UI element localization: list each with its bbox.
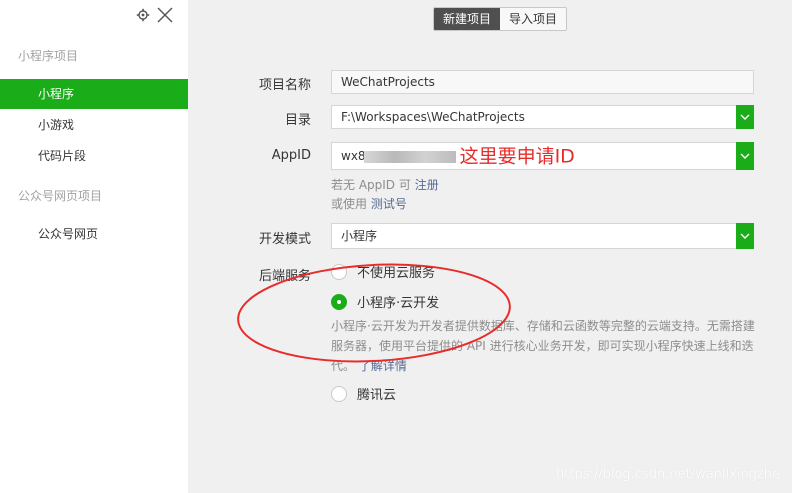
radio-circle-checked[interactable] <box>331 293 347 310</box>
radio-circle[interactable] <box>331 385 347 402</box>
sidebar-item-code-snippet[interactable]: 代码片段 <box>0 141 188 171</box>
backend-label: 后端服务 <box>258 269 311 284</box>
appid-select[interactable]: wx8 这里要申请ID <box>331 142 754 170</box>
dev-mode-label: 开发模式 <box>258 232 311 247</box>
directory-select[interactable]: F:\Workspaces\WeChatProjects <box>331 105 754 129</box>
project-tabs: 新建项目 导入项目 <box>433 7 568 31</box>
sidebar-section-official-web: 公众号网页项目 <box>18 189 103 203</box>
dev-mode-value: 小程序 <box>341 229 378 243</box>
radio-no-cloud[interactable]: 不使用云服务 <box>331 262 435 281</box>
radio-circle[interactable] <box>331 263 347 280</box>
register-link[interactable]: 注册 <box>415 178 439 192</box>
appid-redacted <box>363 150 456 163</box>
dev-mode-dropdown-button[interactable] <box>736 223 754 249</box>
directory-label: 目录 <box>284 113 311 128</box>
project-name-input[interactable]: WeChatProjects <box>331 70 754 94</box>
radio-label: 小程序·云开发 <box>357 296 440 311</box>
appid-test-hint-text: 或使用 <box>331 197 368 211</box>
chevron-down-icon <box>740 153 750 159</box>
gear-icon[interactable] <box>136 8 150 22</box>
appid-register-hint: 若无 AppID 可 注册 <box>331 176 439 193</box>
tab-new-project[interactable]: 新建项目 <box>434 8 501 30</box>
radio-label: 不使用云服务 <box>357 266 436 281</box>
close-icon[interactable] <box>156 6 174 24</box>
appid-test-hint: 或使用 测试号 <box>331 195 407 212</box>
sidebar-item-official-web[interactable]: 公众号网页 <box>0 219 188 249</box>
sidebar: 小程序项目 小程序 小游戏 代码片段 公众号网页项目 公众号网页 <box>0 0 188 493</box>
learn-more-link[interactable]: 了解详情 <box>359 359 407 373</box>
radio-label: 腾讯云 <box>357 388 397 403</box>
chevron-down-icon <box>740 233 750 239</box>
sidebar-item-miniprogram[interactable]: 小程序 <box>0 79 188 109</box>
radio-tencent-cloud[interactable]: 腾讯云 <box>331 384 396 403</box>
directory-value: F:\Workspaces\WeChatProjects <box>341 110 525 124</box>
window-controls <box>136 4 174 26</box>
tab-import-project[interactable]: 导入项目 <box>500 8 567 30</box>
radio-cloud-dev[interactable]: 小程序·云开发 <box>331 292 439 311</box>
sidebar-item-minigame[interactable]: 小游戏 <box>0 110 188 140</box>
appid-annotation-text: 这里要申请ID <box>459 145 575 168</box>
appid-label: AppID <box>271 148 311 163</box>
chevron-down-icon <box>740 114 750 120</box>
cloud-dev-description: 小程序·云开发为开发者提供数据库、存储和云函数等完整的云端支持。无需搭建服务器，… <box>331 316 756 376</box>
test-account-link[interactable]: 测试号 <box>371 197 407 211</box>
sidebar-section-miniprogram: 小程序项目 <box>18 49 79 63</box>
project-name-label: 项目名称 <box>258 78 311 93</box>
appid-hint-text: 若无 AppID 可 <box>331 178 411 192</box>
watermark: https://blog.csdn.net/wanlixingzhe <box>556 467 780 482</box>
directory-dropdown-button[interactable] <box>736 105 754 129</box>
dev-mode-select[interactable]: 小程序 <box>331 223 754 249</box>
appid-prefix: wx8 <box>341 149 366 163</box>
appid-dropdown-button[interactable] <box>736 142 754 170</box>
